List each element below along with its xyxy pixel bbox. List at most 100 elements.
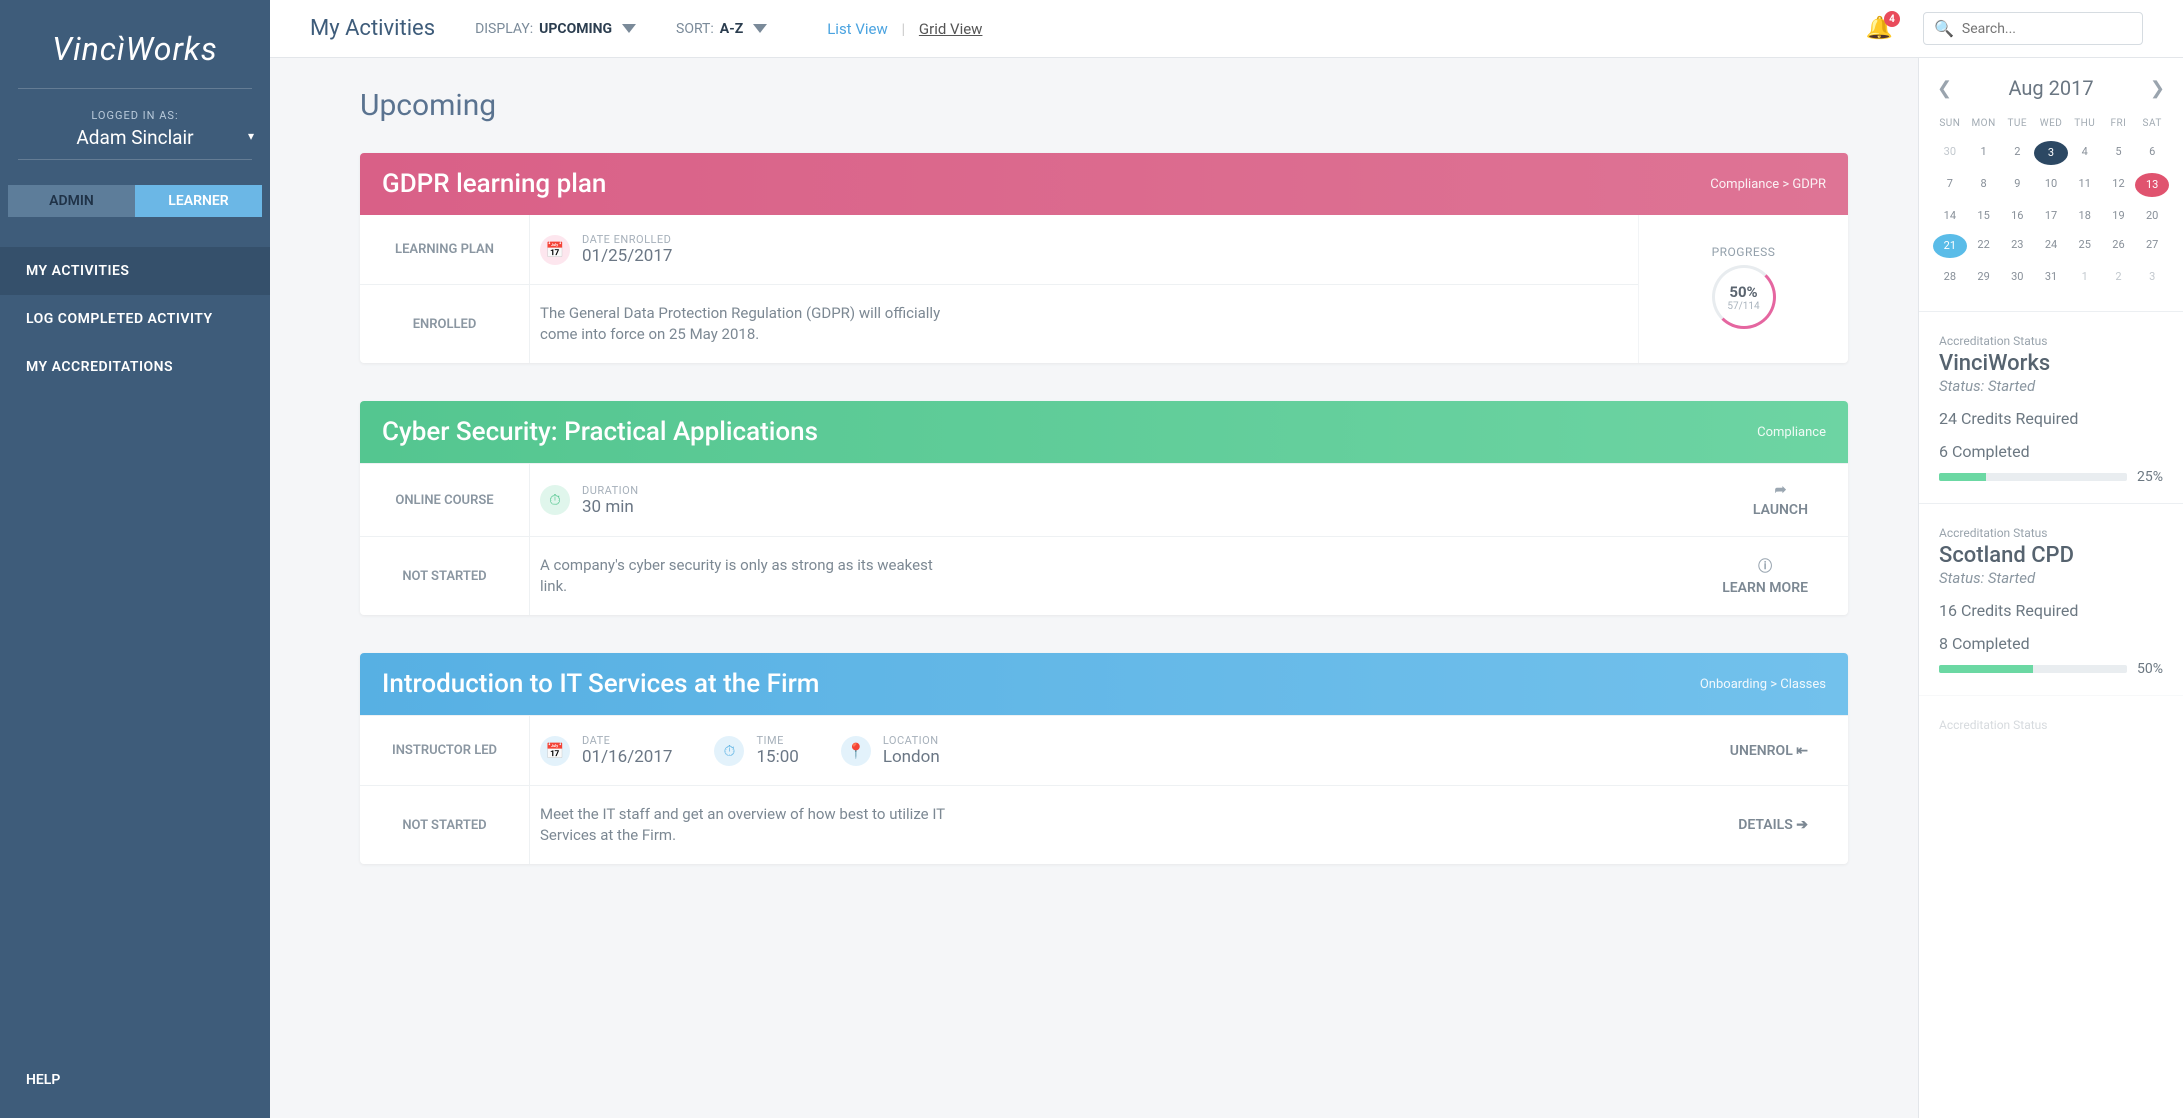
cal-day[interactable]: 7 xyxy=(1933,169,1967,201)
arrow-right-icon: ➔ xyxy=(1796,817,1808,833)
cal-dow: THU xyxy=(2068,110,2102,137)
cal-day[interactable]: 2 xyxy=(2102,262,2136,291)
unenrol-label: UNENROL xyxy=(1730,743,1793,759)
nav-my-accreditations[interactable]: MY ACCREDITATIONS xyxy=(0,343,270,391)
cal-day[interactable]: 3 xyxy=(2034,141,2068,165)
user-name-text: Adam Sinclair xyxy=(76,126,193,149)
cal-day[interactable]: 9 xyxy=(2000,169,2034,201)
logo-text: VincìWorks xyxy=(52,30,217,68)
card-header[interactable]: Introduction to IT Services at the Firm … xyxy=(360,653,1848,715)
date-label: DATE xyxy=(582,734,672,747)
cal-day[interactable]: 29 xyxy=(1967,262,2001,291)
time-label: TIME xyxy=(756,734,798,747)
user-block[interactable]: LOGGED IN AS: Adam Sinclair ▾ xyxy=(18,88,252,160)
list-view-link[interactable]: List View xyxy=(827,20,888,38)
accred-completed: 8 Completed xyxy=(1939,634,2163,653)
cal-day[interactable]: 4 xyxy=(2068,137,2102,169)
cal-day[interactable]: 12 xyxy=(2102,169,2136,201)
display-control[interactable]: DISPLAY: UPCOMING xyxy=(475,21,636,37)
cal-next-button[interactable]: ❯ xyxy=(2150,78,2165,99)
search-input[interactable] xyxy=(1962,21,2140,37)
display-value: UPCOMING xyxy=(539,21,612,37)
search-box[interactable]: 🔍 xyxy=(1923,12,2143,45)
activity-card: Introduction to IT Services at the Firm … xyxy=(360,653,1848,864)
accreditation-block[interactable]: Accreditation StatusVinciWorksStatus: St… xyxy=(1919,311,2183,503)
cal-day[interactable]: 23 xyxy=(2000,230,2034,262)
cal-day[interactable]: 20 xyxy=(2135,201,2169,230)
role-toggle: ADMIN LEARNER xyxy=(8,185,262,217)
cal-day[interactable]: 27 xyxy=(2135,230,2169,262)
row-label: ENROLLED xyxy=(360,285,530,363)
details-button[interactable]: DETAILS ➔ xyxy=(1718,817,1828,833)
cal-day[interactable]: 22 xyxy=(1967,230,2001,262)
calendar-month: Aug 2017 xyxy=(2008,76,2093,100)
cal-day[interactable]: 15 xyxy=(1967,201,2001,230)
role-admin-button[interactable]: ADMIN xyxy=(8,185,135,217)
cal-dow: SUN xyxy=(1933,110,1967,137)
nav-log-completed[interactable]: LOG COMPLETED ACTIVITY xyxy=(0,295,270,343)
notifications-button[interactable]: 🔔 4 xyxy=(1866,16,1893,41)
accred-label: Accreditation Status xyxy=(1939,526,2047,540)
card-header[interactable]: GDPR learning plan Compliance > GDPR xyxy=(360,153,1848,215)
cal-day[interactable]: 5 xyxy=(2102,137,2136,169)
location-label: LOCATION xyxy=(883,734,940,747)
accred-name: Scotland CPD xyxy=(1939,543,2163,568)
chevron-down-icon[interactable]: ▾ xyxy=(248,129,254,143)
learn-more-button[interactable]: ⓘ LEARN MORE xyxy=(1702,556,1828,596)
cal-day[interactable]: 2 xyxy=(2000,137,2034,169)
view-switch: List View | Grid View xyxy=(827,20,992,38)
cal-day[interactable]: 17 xyxy=(2034,201,2068,230)
share-icon: ➦ xyxy=(1753,482,1808,498)
cal-day[interactable]: 25 xyxy=(2068,230,2102,262)
unenrol-button[interactable]: UNENROL ⇤ xyxy=(1710,743,1828,759)
sort-value: A-Z xyxy=(720,21,743,37)
cal-day[interactable]: 31 xyxy=(2034,262,2068,291)
accreditation-block[interactable]: Accreditation StatusScotland CPDStatus: … xyxy=(1919,503,2183,695)
cal-day[interactable]: 13 xyxy=(2135,173,2169,197)
chevron-down-icon xyxy=(753,24,767,33)
cal-day[interactable]: 24 xyxy=(2034,230,2068,262)
nav-help[interactable]: HELP xyxy=(0,1052,270,1118)
sort-label: SORT: xyxy=(676,21,714,37)
accreditation-block: Accreditation Status xyxy=(1919,695,2183,751)
grid-view-link[interactable]: Grid View xyxy=(919,20,983,38)
cal-day[interactable]: 30 xyxy=(2000,262,2034,291)
clock-icon: ⏱ xyxy=(714,736,744,766)
notification-badge: 4 xyxy=(1884,11,1900,27)
duration-value: 30 min xyxy=(582,497,634,517)
cal-day[interactable]: 26 xyxy=(2102,230,2136,262)
cal-day[interactable]: 11 xyxy=(2068,169,2102,201)
view-separator: | xyxy=(901,20,905,38)
card-header[interactable]: Cyber Security: Practical Applications C… xyxy=(360,401,1848,463)
role-learner-button[interactable]: LEARNER xyxy=(135,185,262,217)
cal-day[interactable]: 14 xyxy=(1933,201,1967,230)
cal-day[interactable]: 21 xyxy=(1933,234,1967,258)
cal-day[interactable]: 28 xyxy=(1933,262,1967,291)
calendar-header: ❮ Aug 2017 ❯ xyxy=(1919,58,2183,110)
cal-day[interactable]: 6 xyxy=(2135,137,2169,169)
card-description: A company's cyber security is only as st… xyxy=(540,555,960,597)
cal-day[interactable]: 16 xyxy=(2000,201,2034,230)
cal-day[interactable]: 18 xyxy=(2068,201,2102,230)
accred-label: Accreditation Status xyxy=(1939,718,2047,732)
nav-my-activities[interactable]: MY ACTIVITIES xyxy=(0,247,270,295)
cal-day[interactable]: 3 xyxy=(2135,262,2169,291)
cal-day[interactable]: 19 xyxy=(2102,201,2136,230)
cal-dow: MON xyxy=(1967,110,2001,137)
cal-prev-button[interactable]: ❮ xyxy=(1937,78,1952,99)
cal-day[interactable]: 1 xyxy=(2068,262,2102,291)
activities-list: Upcoming GDPR learning plan Compliance >… xyxy=(270,58,1918,1118)
sort-control[interactable]: SORT: A-Z xyxy=(676,21,767,37)
card-breadcrumb: Compliance > GDPR xyxy=(1710,177,1826,192)
accred-required: 16 Credits Required xyxy=(1939,601,2163,620)
activity-card: GDPR learning plan Compliance > GDPR LEA… xyxy=(360,153,1848,363)
details-label: DETAILS xyxy=(1738,817,1793,833)
cal-day[interactable]: 1 xyxy=(1967,137,2001,169)
row-label: NOT STARTED xyxy=(360,786,530,864)
cal-day[interactable]: 8 xyxy=(1967,169,2001,201)
card-title: Cyber Security: Practical Applications xyxy=(382,417,818,447)
launch-button[interactable]: ➦ LAUNCH xyxy=(1733,482,1828,518)
display-label: DISPLAY: xyxy=(475,21,533,37)
cal-day[interactable]: 10 xyxy=(2034,169,2068,201)
cal-day[interactable]: 30 xyxy=(1933,137,1967,169)
